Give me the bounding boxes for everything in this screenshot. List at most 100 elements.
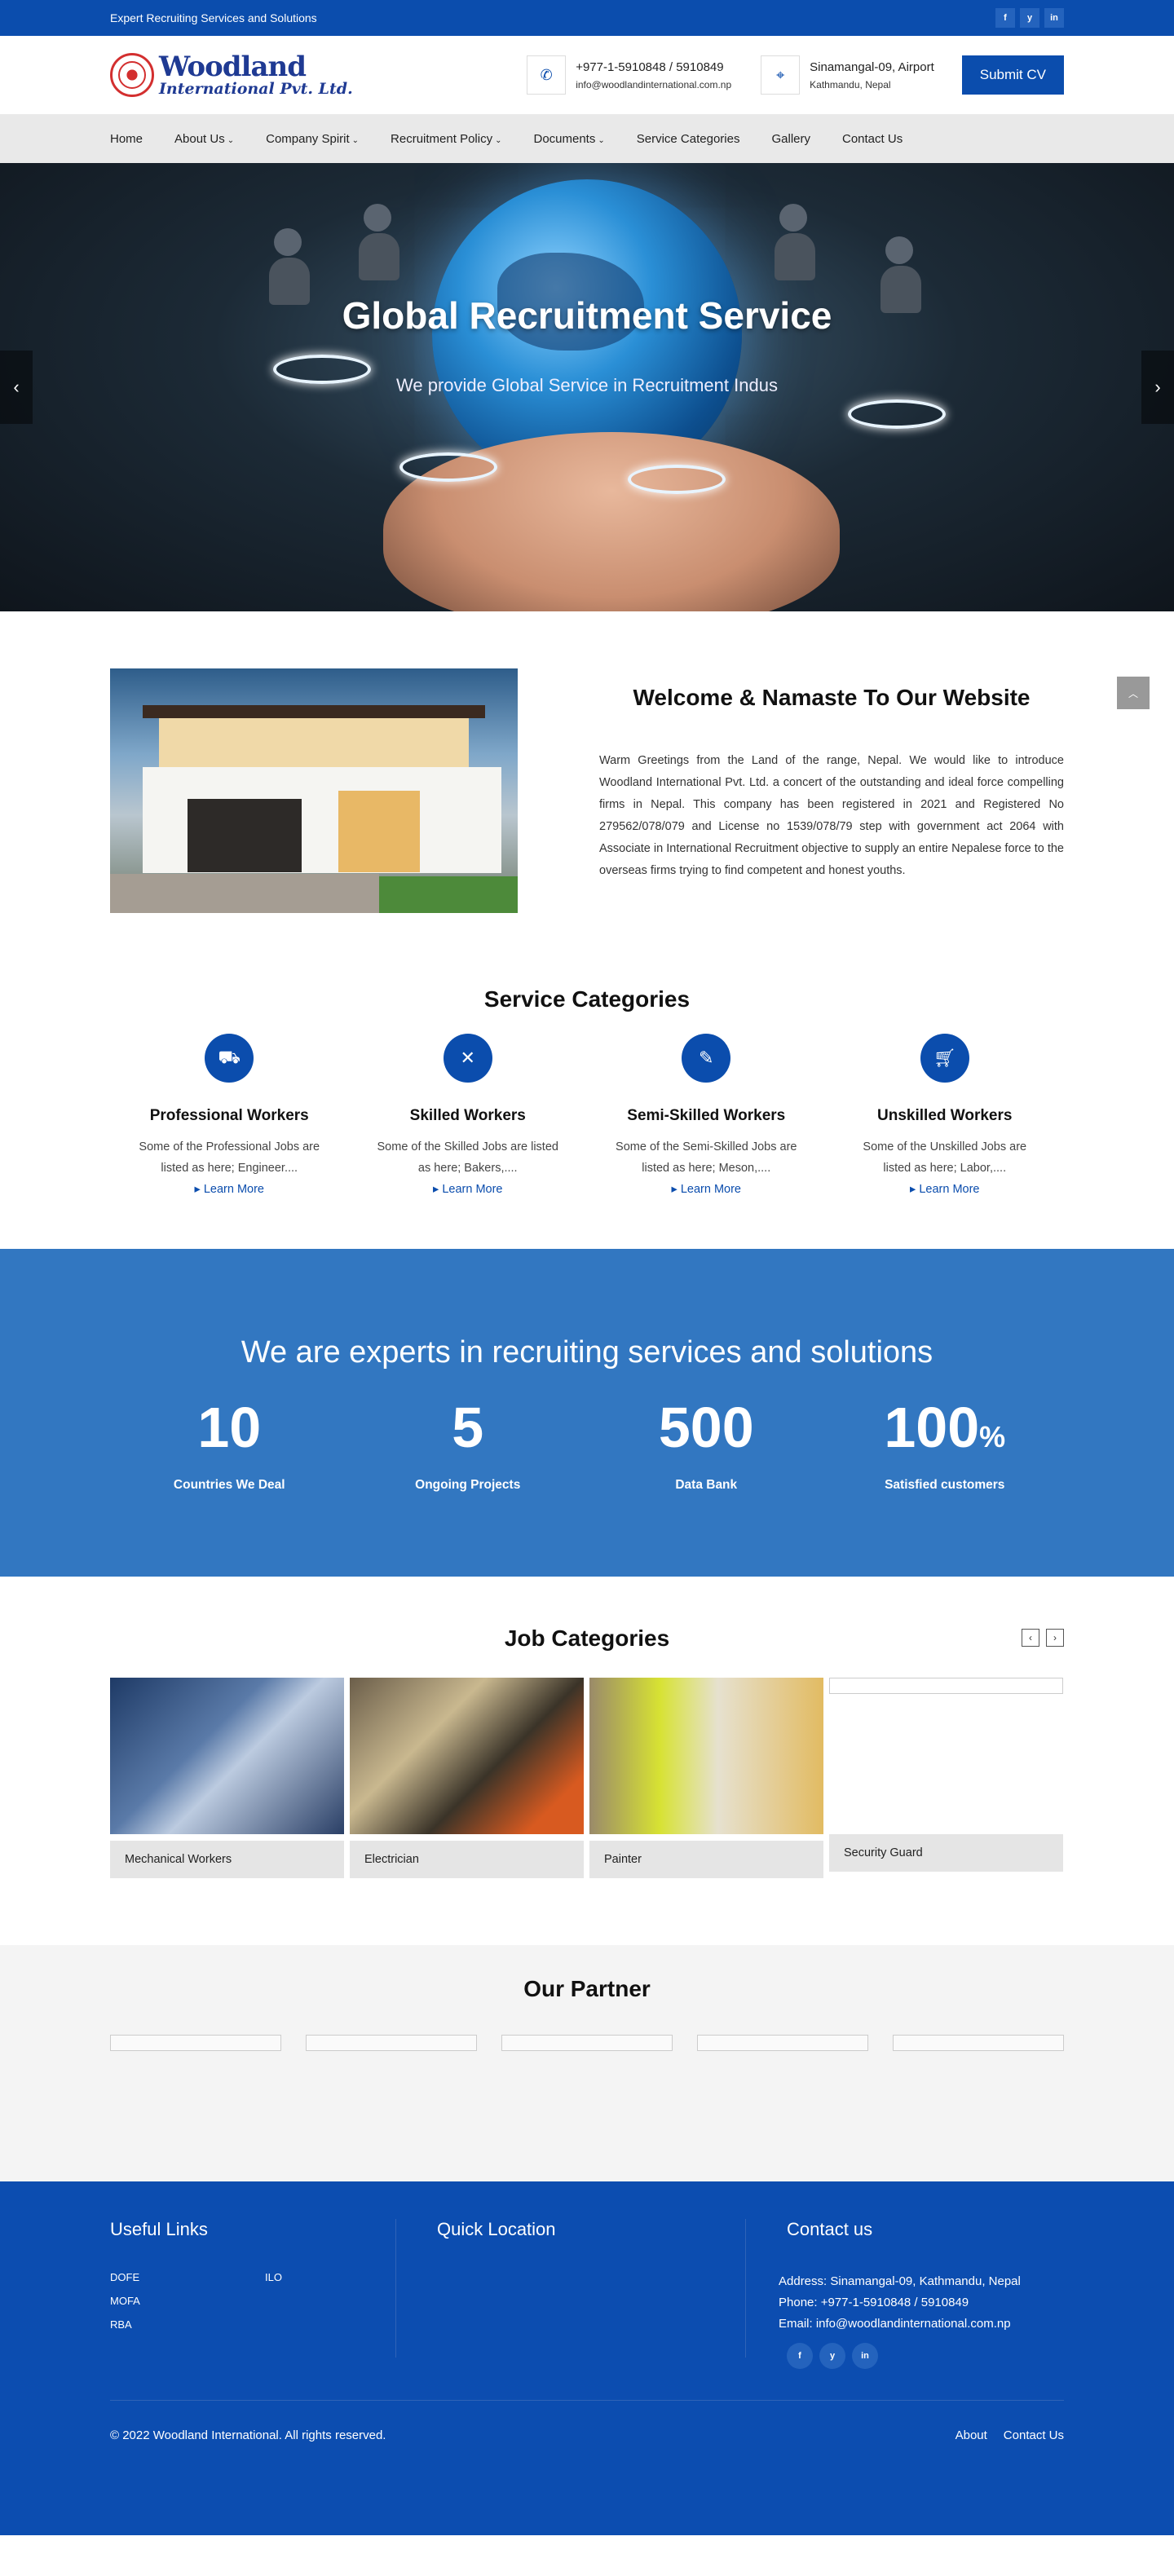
partners-section: Our Partner [0, 1945, 1174, 2181]
broken-image-placeholder [829, 1678, 1063, 1694]
stat-label: Ongoing Projects [415, 1478, 521, 1492]
service-card: 🛒︎ Unskilled Workers Some of the Unskill… [826, 1034, 1065, 1200]
cart-icon: 🛒︎ [920, 1034, 969, 1083]
nav-gallery[interactable]: Gallery [771, 132, 810, 146]
partner-logo-placeholder[interactable] [893, 2035, 1064, 2051]
job-label[interactable]: Mechanical Workers [110, 1841, 344, 1878]
partner-logo-placeholder[interactable] [306, 2035, 477, 2051]
footer-link-ilo[interactable]: ILO [265, 2271, 379, 2283]
hero-subtitle: We provide Global Service in Recruitment… [396, 375, 778, 395]
footer-about-link[interactable]: About [956, 2428, 987, 2442]
stat-item: 500 Data Bank [587, 1395, 826, 1493]
nav-recruitment-policy[interactable]: Recruitment Policy ⌄ [391, 132, 501, 146]
facebook-icon[interactable]: f [995, 8, 1015, 28]
footer-link-mofa[interactable]: MOFA [110, 2295, 265, 2307]
address-line2: Kathmandu, Nepal [810, 78, 891, 90]
job-card[interactable]: Mechanical Workers [110, 1678, 344, 1878]
glow-ring [399, 452, 497, 482]
service-card: ✕ Skilled Workers Some of the Skilled Jo… [349, 1034, 588, 1200]
job-categories-section: Job Categories ‹ › Mechanical Workers El… [0, 1577, 1174, 1945]
footer-phone[interactable]: Phone: +977-1-5910848 / 5910849 [779, 2292, 1021, 2314]
nav-company-spirit[interactable]: Company Spirit ⌄ [266, 132, 359, 146]
service-card: ⛟ Professional Workers Some of the Profe… [110, 1034, 349, 1200]
stat-label: Satisfied customers [885, 1478, 1005, 1492]
footer-contact-link[interactable]: Contact Us [1004, 2428, 1064, 2442]
phone-number[interactable]: +977-1-5910848 / 5910849 [576, 60, 731, 74]
section-title: Service Categories [483, 986, 691, 1012]
copyright: © 2022 Woodland International. All right… [110, 2428, 386, 2442]
address-info: ⌖ Sinamangal-09, Airport Kathmandu, Nepa… [761, 55, 934, 95]
nav-contact-us[interactable]: Contact Us [842, 132, 903, 146]
service-desc: Some of the Professional Jobs are listed… [139, 1140, 320, 1175]
truck-icon: ⛟ [205, 1034, 254, 1083]
footer-link-rba[interactable]: RBA [110, 2318, 265, 2331]
slider-next-icon[interactable]: › [1141, 351, 1174, 424]
service-categories-section: Service Categories ⛟ Professional Worker… [0, 978, 1174, 1249]
job-card[interactable]: Security Guard [829, 1678, 1063, 1878]
nav-about-us[interactable]: About Us ⌄ [174, 132, 234, 146]
section-title: Our Partner [523, 1976, 651, 2001]
job-label[interactable]: Electrician [350, 1841, 584, 1878]
facebook-icon[interactable]: f [787, 2343, 813, 2369]
logo-subtitle: International Pvt. Ltd. [159, 80, 353, 98]
chevron-down-icon: ⌄ [495, 135, 502, 145]
service-desc: Some of the Semi-Skilled Jobs are listed… [616, 1140, 797, 1175]
phone-icon: ✆ [527, 55, 567, 95]
job-label[interactable]: Painter [589, 1841, 823, 1878]
twitter-icon[interactable]: y [819, 2343, 845, 2369]
stat-item: 10 Countries We Deal [110, 1395, 349, 1493]
job-image [350, 1678, 584, 1834]
service-card: ✎ Semi-Skilled Workers Some of the Semi-… [587, 1034, 826, 1200]
stat-label: Data Bank [675, 1478, 738, 1492]
top-bar: Expert Recruiting Services and Solutions… [0, 0, 1174, 36]
contact-title: Contact us [787, 2219, 873, 2239]
linkedin-icon[interactable]: in [852, 2343, 878, 2369]
email-address[interactable]: info@woodlandinternational.com.np [576, 79, 731, 90]
learn-more-link[interactable]: ▸ Learn More [433, 1183, 502, 1196]
chevron-down-icon: ⌄ [598, 135, 605, 145]
partner-logo-placeholder[interactable] [110, 2035, 281, 2051]
footer-email[interactable]: Email: info@woodlandinternational.com.np [779, 2314, 1021, 2335]
person-figure [775, 204, 815, 280]
site-header: Woodland International Pvt. Ltd. ✆ +977-… [0, 36, 1174, 114]
stat-label: Countries We Deal [173, 1478, 285, 1492]
stat-number: 5 [452, 1396, 484, 1459]
logo-title: Woodland [159, 51, 307, 83]
partner-logo-placeholder[interactable] [501, 2035, 673, 2051]
nav-service-categories[interactable]: Service Categories [637, 132, 740, 146]
twitter-icon[interactable]: y [1020, 8, 1039, 28]
partner-logo-placeholder[interactable] [697, 2035, 868, 2051]
quick-location-title: Quick Location [437, 2219, 556, 2239]
stat-item: 5 Ongoing Projects [349, 1395, 588, 1493]
footer-link-dofe[interactable]: DOFE [110, 2271, 265, 2283]
carousel-next-icon[interactable]: › [1046, 1629, 1064, 1647]
service-title: Unskilled Workers [877, 1107, 1013, 1124]
glow-ring [848, 399, 946, 429]
carousel-prev-icon[interactable]: ‹ [1022, 1629, 1039, 1647]
learn-more-link[interactable]: ▸ Learn More [195, 1183, 264, 1196]
stat-item: 100% Satisfied customers [826, 1395, 1065, 1493]
submit-cv-button[interactable]: Submit CV [961, 55, 1064, 95]
house-image [110, 668, 518, 913]
job-card[interactable]: Electrician [350, 1678, 584, 1878]
utensils-icon: ✕ [443, 1034, 492, 1083]
learn-more-link[interactable]: ▸ Learn More [672, 1183, 741, 1196]
linkedin-icon[interactable]: in [1044, 8, 1064, 28]
section-title: Job Categories [504, 1625, 670, 1651]
useful-links-title: Useful Links [110, 2219, 208, 2239]
stat-number: 10 [197, 1396, 262, 1459]
learn-more-link[interactable]: ▸ Learn More [910, 1183, 979, 1196]
job-label[interactable]: Security Guard [829, 1834, 1063, 1872]
logo[interactable]: Woodland International Pvt. Ltd. [110, 53, 353, 97]
scroll-to-top-button[interactable]: ︿ [1117, 677, 1150, 709]
welcome-section: Welcome & Namaste To Our Website Warm Gr… [0, 611, 1174, 978]
service-title: Professional Workers [149, 1107, 309, 1124]
footer-address: Address: Sinamangal-09, Kathmandu, Nepal [779, 2274, 1021, 2288]
nav-home[interactable]: Home [110, 132, 143, 146]
slider-prev-icon[interactable]: ‹ [0, 351, 33, 424]
nav-documents[interactable]: Documents ⌄ [533, 132, 604, 146]
job-card[interactable]: Painter [589, 1678, 823, 1878]
person-figure [269, 228, 310, 305]
stat-number: 500 [658, 1396, 754, 1459]
service-desc: Some of the Unskilled Jobs are listed as… [863, 1140, 1027, 1175]
